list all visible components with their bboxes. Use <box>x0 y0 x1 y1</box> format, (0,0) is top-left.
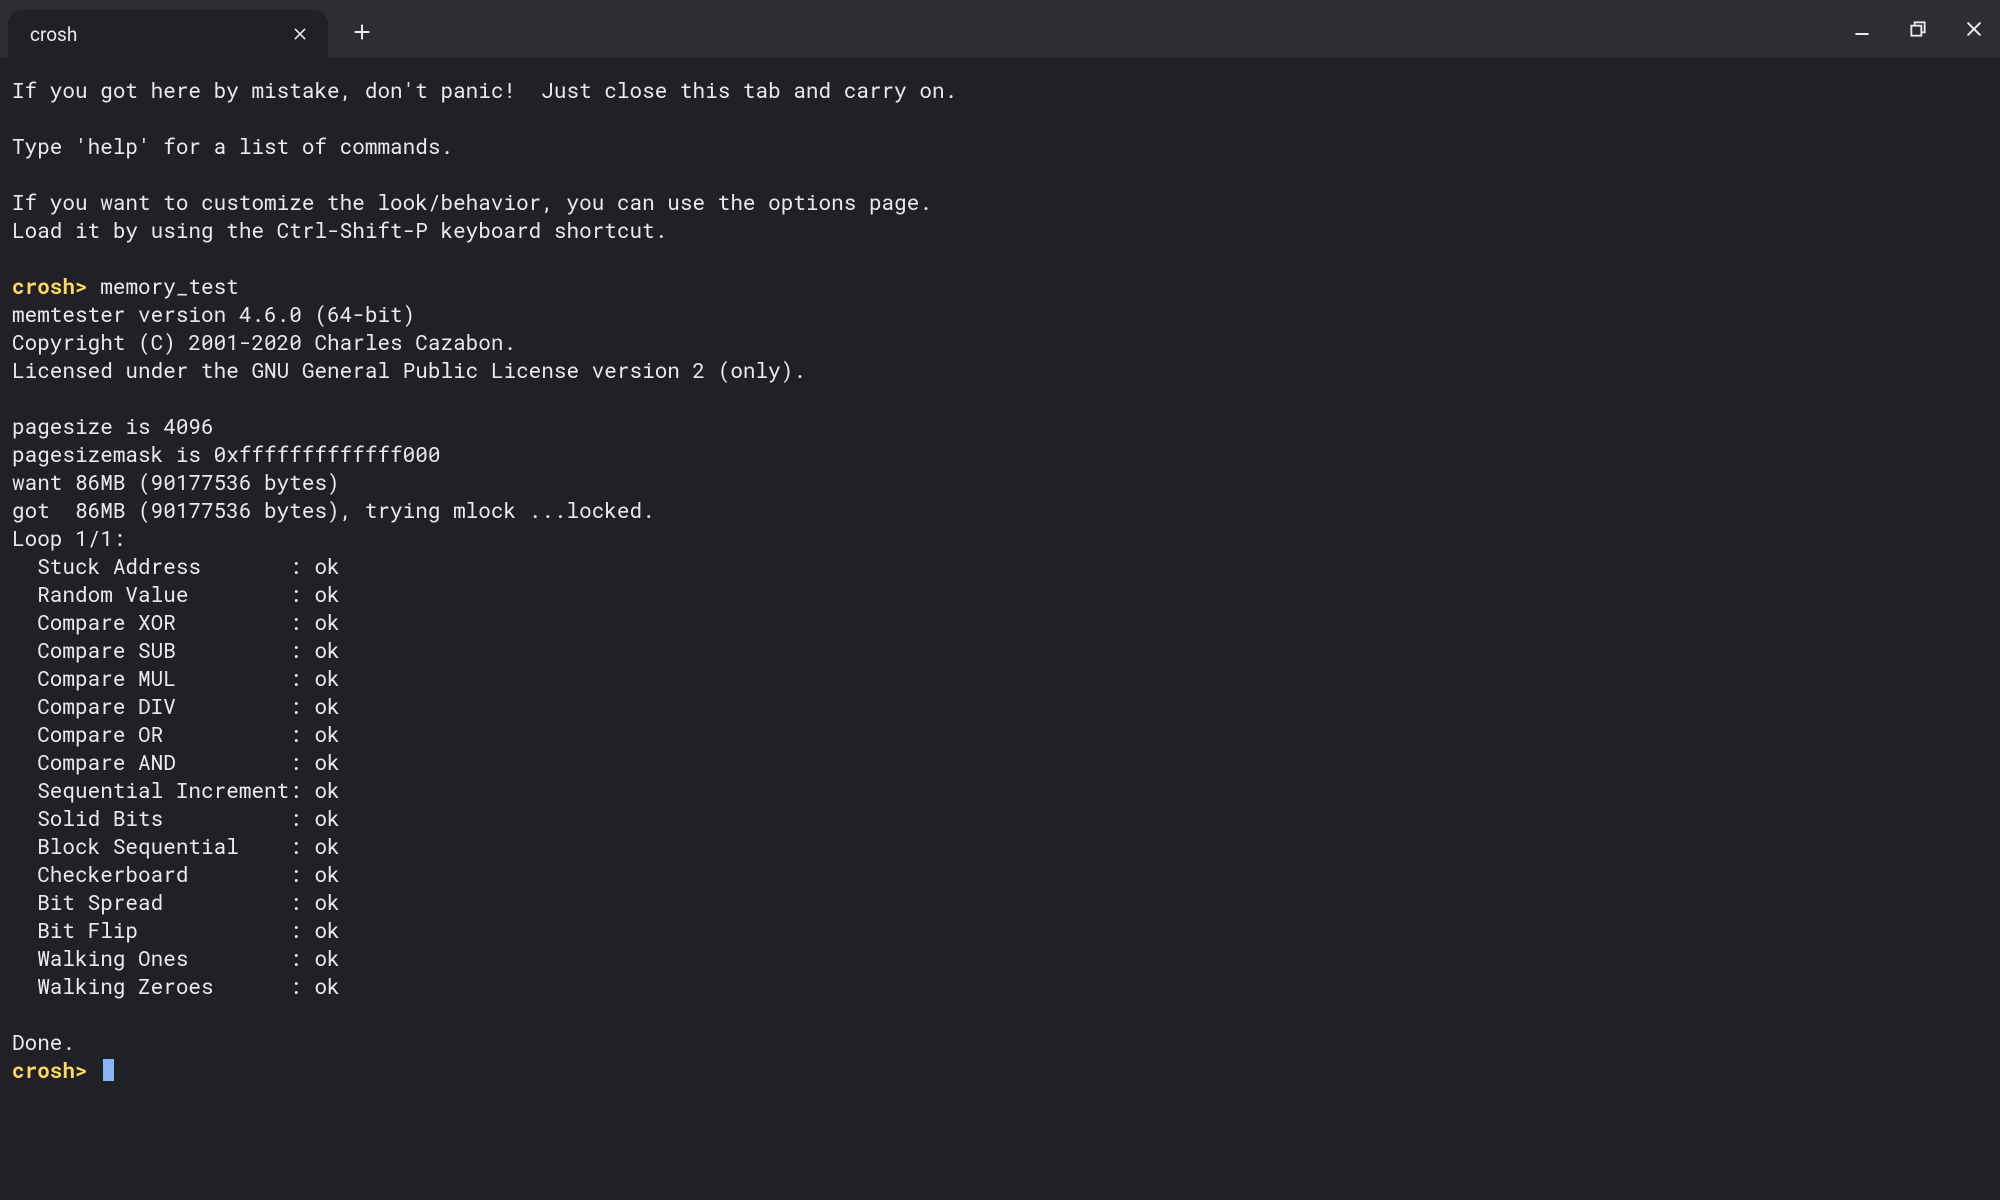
test-row: Random Value: ok <box>12 580 1988 608</box>
terminal-window: crosh If you got her <box>0 0 2000 1200</box>
test-status: : ok <box>289 748 339 776</box>
test-name: Compare MUL <box>37 664 289 692</box>
test-row: Compare OR: ok <box>12 720 1988 748</box>
test-row: Walking Zeroes: ok <box>12 972 1988 1000</box>
intro-line: If you got here by mistake, don't panic!… <box>12 76 1988 104</box>
prompt: crosh> <box>12 1056 88 1084</box>
test-name: Block Sequential <box>37 832 289 860</box>
output-line: Licensed under the GNU General Public Li… <box>12 356 1988 384</box>
test-status: : ok <box>289 552 339 580</box>
test-status: : ok <box>289 776 339 804</box>
entered-command: memory_test <box>100 272 239 300</box>
test-name: Compare OR <box>37 720 289 748</box>
command-line: crosh> memory_test <box>12 272 1988 300</box>
prompt: crosh> <box>12 272 88 300</box>
test-name: Compare AND <box>37 748 289 776</box>
output-line: Copyright (C) 2001-2020 Charles Cazabon. <box>12 328 1988 356</box>
test-row: Checkerboard: ok <box>12 860 1988 888</box>
output-line: memtester version 4.6.0 (64-bit) <box>12 300 1988 328</box>
test-name: Random Value <box>37 580 289 608</box>
close-window-button[interactable] <box>1958 13 1990 45</box>
test-row: Stuck Address: ok <box>12 552 1988 580</box>
test-status: : ok <box>289 972 339 1000</box>
test-status: : ok <box>289 804 339 832</box>
test-row: Block Sequential: ok <box>12 832 1988 860</box>
test-name: Walking Zeroes <box>37 972 289 1000</box>
test-row: Solid Bits: ok <box>12 804 1988 832</box>
maximize-button[interactable] <box>1902 13 1934 45</box>
test-row: Sequential Increment: ok <box>12 776 1988 804</box>
test-name: Bit Spread <box>37 888 289 916</box>
intro-line: Load it by using the Ctrl-Shift-P keyboa… <box>12 216 1988 244</box>
test-name: Solid Bits <box>37 804 289 832</box>
titlebar: crosh <box>0 0 2000 58</box>
intro-line: Type 'help' for a list of commands. <box>12 132 1988 160</box>
test-status: : ok <box>289 580 339 608</box>
output-line: pagesizemask is 0xfffffffffffff000 <box>12 440 1988 468</box>
window-controls <box>1846 0 1990 58</box>
output-line: pagesize is 4096 <box>12 412 1988 440</box>
test-row: Bit Flip: ok <box>12 916 1988 944</box>
tab-title: crosh <box>30 23 274 46</box>
test-name: Walking Ones <box>37 944 289 972</box>
test-status: : ok <box>289 692 339 720</box>
test-name: Compare DIV <box>37 692 289 720</box>
minimize-button[interactable] <box>1846 13 1878 45</box>
test-status: : ok <box>289 608 339 636</box>
prompt-line: crosh> <box>12 1056 1988 1084</box>
test-row: Compare AND: ok <box>12 748 1988 776</box>
intro-line: If you want to customize the look/behavi… <box>12 188 1988 216</box>
test-status: : ok <box>289 664 339 692</box>
test-name: Bit Flip <box>37 916 289 944</box>
output-line: Done. <box>12 1028 1988 1056</box>
output-line: got 86MB (90177536 bytes), trying mlock … <box>12 496 1988 524</box>
test-name: Compare SUB <box>37 636 289 664</box>
plus-icon <box>352 22 372 42</box>
test-row: Bit Spread: ok <box>12 888 1988 916</box>
terminal-output[interactable]: If you got here by mistake, don't panic!… <box>0 58 2000 1200</box>
test-row: Walking Ones: ok <box>12 944 1988 972</box>
test-status: : ok <box>289 860 339 888</box>
cursor <box>103 1059 114 1081</box>
test-status: : ok <box>289 944 339 972</box>
close-tab-button[interactable] <box>286 20 314 48</box>
new-tab-button[interactable] <box>342 12 382 52</box>
test-name: Checkerboard <box>37 860 289 888</box>
test-status: : ok <box>289 636 339 664</box>
minimize-icon <box>1852 19 1872 39</box>
test-status: : ok <box>289 720 339 748</box>
tab-crosh[interactable]: crosh <box>8 10 328 58</box>
tabstrip: crosh <box>0 0 382 58</box>
close-icon <box>1964 19 1984 39</box>
output-line: Loop 1/1: <box>12 524 1988 552</box>
test-name: Compare XOR <box>37 608 289 636</box>
test-name: Sequential Increment <box>37 776 289 804</box>
test-name: Stuck Address <box>37 552 289 580</box>
test-row: Compare XOR: ok <box>12 608 1988 636</box>
test-row: Compare DIV: ok <box>12 692 1988 720</box>
test-results: Stuck Address: okRandom Value: okCompare… <box>12 552 1988 1000</box>
test-row: Compare SUB: ok <box>12 636 1988 664</box>
maximize-icon <box>1908 19 1928 39</box>
output-line: want 86MB (90177536 bytes) <box>12 468 1988 496</box>
test-row: Compare MUL: ok <box>12 664 1988 692</box>
close-icon <box>292 26 308 42</box>
test-status: : ok <box>289 916 339 944</box>
test-status: : ok <box>289 888 339 916</box>
test-status: : ok <box>289 832 339 860</box>
